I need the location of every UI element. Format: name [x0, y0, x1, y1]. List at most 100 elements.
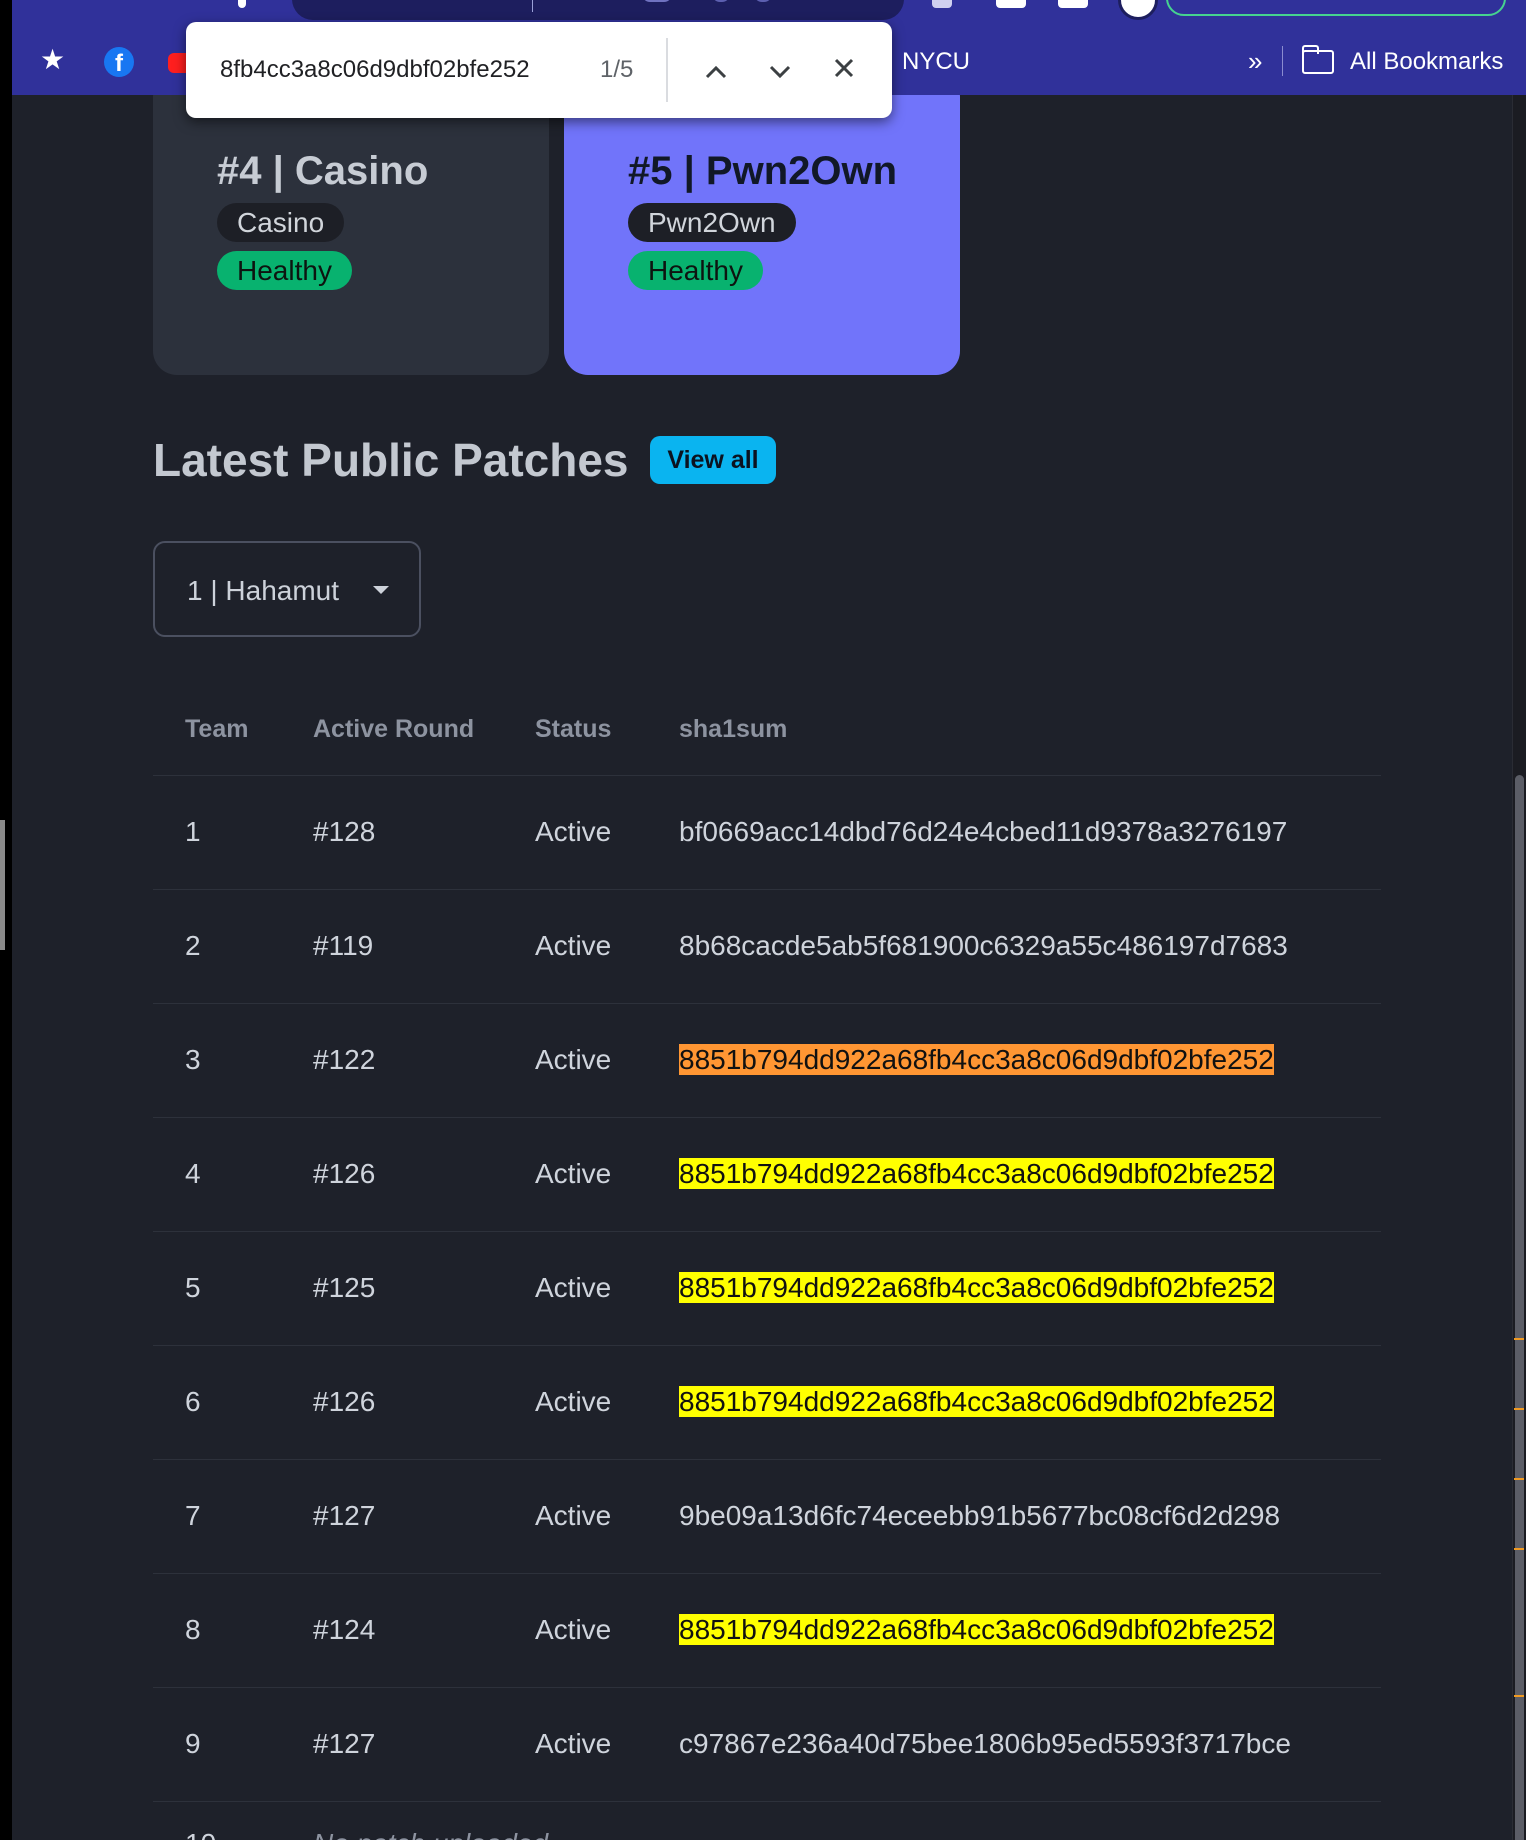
window-edge: [0, 820, 5, 950]
extension-icon[interactable]: [932, 0, 952, 8]
status-cell: Active: [503, 1573, 647, 1688]
round-cell: #122: [281, 1003, 503, 1118]
sha1-cell: 8b68cacde5ab5f681900c6329a55c486197d7683: [647, 889, 1381, 1004]
find-match-count: 1/5: [600, 56, 634, 83]
status-cell: Active: [503, 1345, 647, 1460]
find-in-page-bar: 8fb4cc3a8c06d9dbf02bfe252 1/5: [186, 22, 892, 118]
service-name-badge: Casino: [217, 203, 345, 242]
sha1-value-match: 8851b794dd922a68fb4cc3a8c06d9dbf02bfe252: [679, 1272, 1274, 1303]
round-cell: #125: [281, 1231, 503, 1346]
find-next-chevron-down-icon[interactable]: [758, 48, 802, 92]
all-bookmarks-link[interactable]: All Bookmarks: [1350, 48, 1503, 76]
table-row: 8 #124 Active 8851b794dd922a68fb4cc3a8c0…: [153, 1573, 1381, 1688]
table-row: 10 No patch uploaded.: [153, 1801, 1381, 1840]
status-cell: Active: [503, 1117, 647, 1232]
bookmark-icon[interactable]: [754, 0, 772, 2]
find-previous-chevron-up-icon[interactable]: [694, 48, 738, 92]
service-select[interactable]: 1 | Hahamut: [153, 541, 421, 637]
facebook-icon[interactable]: f: [104, 47, 134, 77]
team-cell: 2: [153, 889, 281, 1004]
status-cell: Active: [503, 775, 647, 890]
team-cell: 8: [153, 1573, 281, 1688]
extension-search-icon[interactable]: [1166, 0, 1506, 16]
round-cell: #127: [281, 1687, 503, 1802]
star-icon[interactable]: ★: [40, 46, 65, 74]
round-cell: #126: [281, 1117, 503, 1232]
status-badge: Healthy: [628, 251, 763, 290]
service-card-title: #4 | Casino: [217, 149, 429, 193]
status-cell: Active: [503, 1687, 647, 1802]
team-cell: 5: [153, 1231, 281, 1346]
sha1-value-match: 8851b794dd922a68fb4cc3a8c06d9dbf02bfe252: [679, 1386, 1274, 1417]
scrollbar[interactable]: [1512, 95, 1526, 1840]
table-row: 5 #125 Active 8851b794dd922a68fb4cc3a8c0…: [153, 1231, 1381, 1346]
profile-icon[interactable]: [1118, 0, 1158, 20]
sha1-cell: 8851b794dd922a68fb4cc3a8c06d9dbf02bfe252: [647, 1573, 1381, 1688]
tab-icon[interactable]: [238, 0, 246, 8]
table-row: 4 #126 Active 8851b794dd922a68fb4cc3a8c0…: [153, 1117, 1381, 1232]
bookmarks-divider: [1282, 46, 1283, 76]
column-header-sha1sum: sha1sum: [647, 685, 1381, 776]
status-cell: Active: [503, 1459, 647, 1574]
sha1-value-match: 8851b794dd922a68fb4cc3a8c06d9dbf02bfe252: [679, 1158, 1274, 1189]
table-header-row: Team Active Round Status sha1sum: [153, 685, 1381, 776]
find-match-marker: [1514, 1695, 1524, 1697]
table-row: 2 #119 Active 8b68cacde5ab5f681900c6329a…: [153, 889, 1381, 1004]
address-divider: [532, 0, 533, 12]
folder-icon[interactable]: [1302, 45, 1334, 74]
status-badge: Healthy: [217, 251, 352, 290]
round-cell: #124: [281, 1573, 503, 1688]
sha1-cell: 9be09a13d6fc74eceebb91b5677bc08cf6d2d298: [647, 1459, 1381, 1574]
find-divider: [666, 38, 668, 102]
table-row: 7 #127 Active 9be09a13d6fc74eceebb91b567…: [153, 1459, 1381, 1574]
status-cell: Active: [503, 1003, 647, 1118]
install-icon[interactable]: [642, 0, 672, 2]
table-row: 1 #128 Active bf0669acc14dbd76d24e4cbed1…: [153, 775, 1381, 890]
table-row: 6 #126 Active 8851b794dd922a68fb4cc3a8c0…: [153, 1345, 1381, 1460]
sha1-cell: 8851b794dd922a68fb4cc3a8c06d9dbf02bfe252: [647, 1117, 1381, 1232]
team-cell: 9: [153, 1687, 281, 1802]
tab-strip: [12, 0, 1526, 20]
status-cell: Active: [503, 1231, 647, 1346]
sha1-value: bf0669acc14dbd76d24e4cbed11d9378a3276197: [679, 816, 1288, 847]
scrollbar-thumb[interactable]: [1515, 775, 1524, 1840]
team-cell: 10: [153, 1801, 281, 1840]
sha1-value: 9be09a13d6fc74eceebb91b5677bc08cf6d2d298: [679, 1500, 1281, 1531]
table-row: 3 #122 Active 8851b794dd922a68fb4cc3a8c0…: [153, 1003, 1381, 1118]
status-cell: Active: [503, 889, 647, 1004]
service-select-value: 1 | Hahamut: [187, 575, 340, 606]
sha1-value: 8b68cacde5ab5f681900c6329a55c486197d7683: [679, 930, 1288, 961]
team-cell: 1: [153, 775, 281, 890]
sha1-value-match: 8851b794dd922a68fb4cc3a8c06d9dbf02bfe252: [679, 1614, 1274, 1645]
round-cell: #128: [281, 775, 503, 890]
patches-table: Team Active Round Status sha1sum 1 #128 …: [153, 685, 1381, 1840]
column-header-status: Status: [503, 685, 647, 776]
team-cell: 6: [153, 1345, 281, 1460]
sha1-cell: 8851b794dd922a68fb4cc3a8c06d9dbf02bfe252: [647, 1345, 1381, 1460]
team-cell: 4: [153, 1117, 281, 1232]
extension-icon[interactable]: [1058, 0, 1088, 8]
column-header-active-round: Active Round: [281, 685, 503, 776]
round-cell: #126: [281, 1345, 503, 1460]
service-card-casino[interactable]: #4 | Casino Casino Healthy: [153, 95, 549, 375]
find-input[interactable]: 8fb4cc3a8c06d9dbf02bfe252: [220, 56, 530, 84]
share-icon[interactable]: [712, 0, 730, 2]
caret-down-icon: [373, 586, 389, 594]
round-cell: #119: [281, 889, 503, 1004]
column-header-team: Team: [153, 685, 281, 776]
service-name-badge: Pwn2Own: [628, 203, 796, 242]
service-card-pwn2own[interactable]: #5 | Pwn2Own Pwn2Own Healthy: [564, 95, 960, 375]
extension-icon[interactable]: [996, 0, 1026, 8]
sha1-cell: c97867e236a40d75bee1806b95ed5593f3717bce: [647, 1687, 1381, 1802]
view-all-button[interactable]: View all: [650, 436, 776, 484]
round-cell: #127: [281, 1459, 503, 1574]
page-content: #4 | Casino Casino Healthy #5 | Pwn2Own …: [12, 95, 1512, 1840]
no-patch-note: No patch uploaded.: [281, 1801, 1381, 1840]
bookmarks-overflow-chevron-icon[interactable]: »: [1248, 46, 1262, 77]
service-card-title: #5 | Pwn2Own: [628, 149, 898, 193]
bookmark-nycu[interactable]: NYCU: [902, 48, 970, 76]
team-cell: 7: [153, 1459, 281, 1574]
address-bar[interactable]: [292, 0, 904, 20]
find-close-icon[interactable]: [822, 48, 866, 92]
find-match-marker: [1514, 1548, 1524, 1550]
